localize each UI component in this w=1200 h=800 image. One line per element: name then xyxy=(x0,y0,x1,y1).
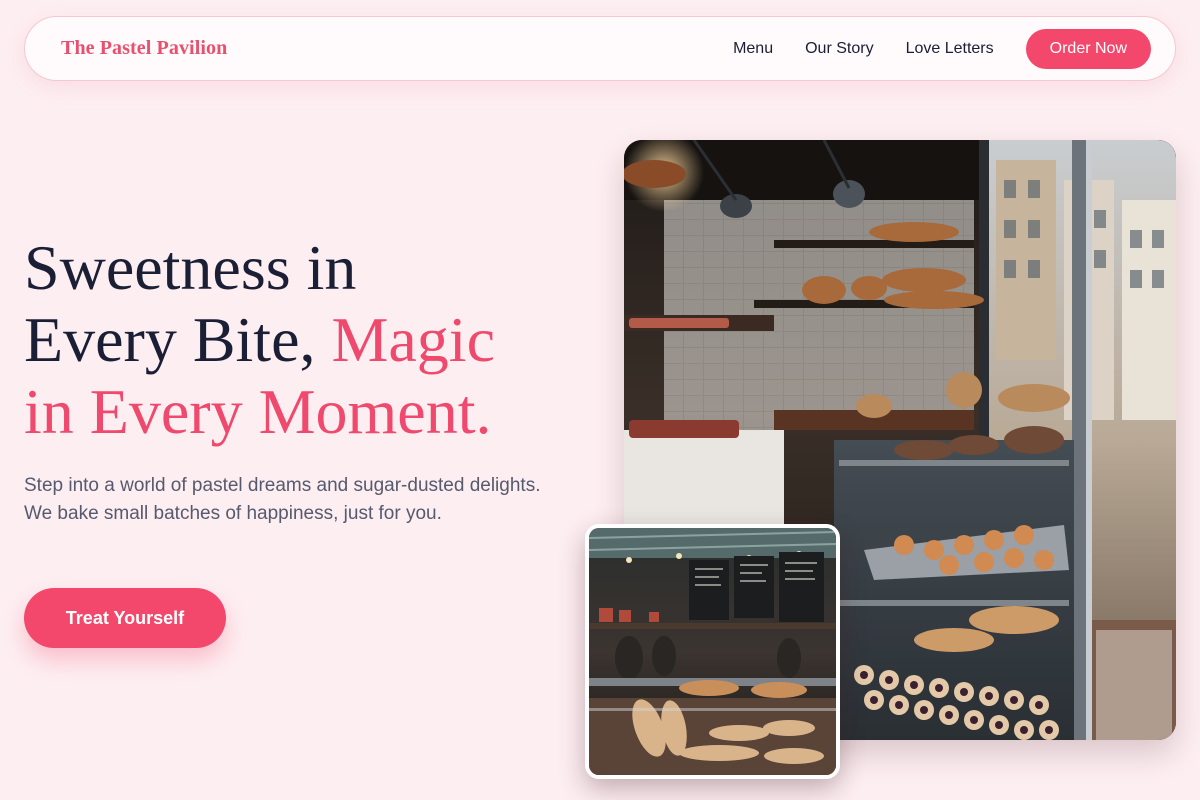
bakery-market-photo xyxy=(585,524,840,779)
nav-link-love-letters[interactable]: Love Letters xyxy=(906,40,994,58)
top-navbar: The Pastel Pavilion Menu Our Story Love … xyxy=(24,16,1176,81)
order-now-button[interactable]: Order Now xyxy=(1025,28,1151,69)
nav-link-our-story[interactable]: Our Story xyxy=(805,40,873,58)
hero-subtitle: Step into a world of pastel dreams and s… xyxy=(24,475,541,524)
treat-yourself-button[interactable]: Treat Yourself xyxy=(24,588,226,648)
brand-logo[interactable]: The Pastel Pavilion xyxy=(61,37,227,60)
hero-title: Sweetness in Every Bite, Magic in Every … xyxy=(24,232,584,448)
nav-links: Menu Our Story Love Letters Order Now xyxy=(733,28,1151,69)
hero-title-accent-magic: Magic xyxy=(331,304,495,375)
hero-title-accent-line3: in Every Moment. xyxy=(24,376,492,447)
nav-link-menu[interactable]: Menu xyxy=(733,40,773,58)
bakery-market-illustration xyxy=(589,528,836,775)
hero-title-line1: Sweetness in xyxy=(24,232,357,303)
hero-title-line2: Every Bite, xyxy=(24,304,332,375)
